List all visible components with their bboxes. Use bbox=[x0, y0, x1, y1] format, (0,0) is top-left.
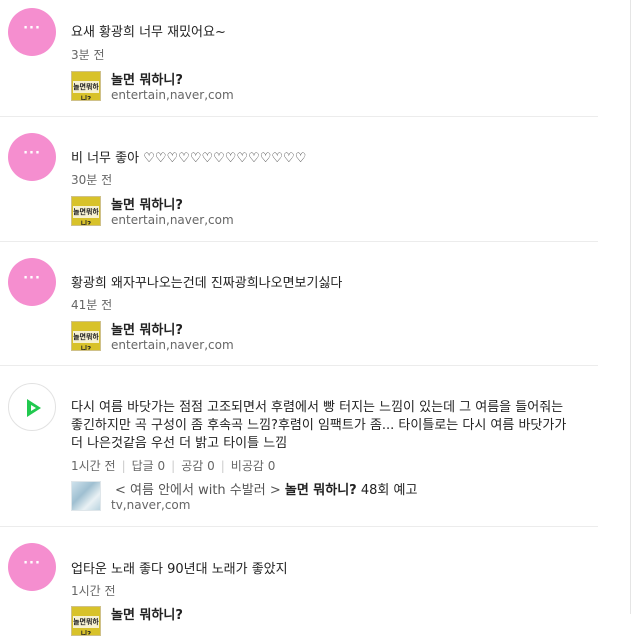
thumbnail-label: 놀면뭐하니? bbox=[73, 206, 99, 226]
comment-item-3: ··· 황광희 왜자꾸나오는건데 진짜광희나오면보기싫다 41분 전 놀면뭐하니… bbox=[0, 241, 598, 366]
thumbnail-label: 놀면뭐하니? bbox=[73, 616, 99, 636]
play-icon bbox=[8, 383, 56, 431]
speech-bubble-icon: ··· bbox=[8, 543, 56, 591]
comment-time: 1시간 전 bbox=[71, 584, 116, 598]
dislike-button[interactable]: 비공감 0 bbox=[231, 459, 276, 473]
comment-time: 3분 전 bbox=[71, 48, 105, 62]
comment-time: 30분 전 bbox=[71, 173, 113, 187]
source-prefix: < 여름 안에서 with 수발러 > bbox=[115, 483, 281, 498]
source-title-link[interactable]: < 여름 안에서 with 수발러 > 놀면 뭐하니? 48회 예고 bbox=[115, 479, 417, 498]
source-url: entertain,naver,com bbox=[111, 338, 234, 352]
reply-count-link[interactable]: 답글 0 bbox=[132, 459, 166, 473]
like-button[interactable]: 공감 0 bbox=[181, 459, 215, 473]
comment-text-line: 다시 여름 바닷가는 점점 고조되면서 후렴에서 빵 터지는 느낌이 있는데 그… bbox=[71, 400, 564, 415]
source-title-link[interactable]: 놀면 뭐하니? bbox=[111, 319, 183, 338]
source-title-link[interactable]: 놀면 뭐하니? bbox=[111, 69, 183, 88]
comment-text-line: 좋긴하지만 곡 구성이 좀 후속곡 느낌?후렴이 임팩트가 좀... 타이틀로는… bbox=[71, 418, 567, 433]
thumbnail-label: 놀면뭐하니? bbox=[73, 81, 99, 101]
comment-item-2: ··· 비 너무 좋아 ♡♡♡♡♡♡♡♡♡♡♡♡♡♡ 30분 전 놀면뭐하니? … bbox=[0, 116, 598, 242]
video-thumbnail[interactable] bbox=[71, 481, 101, 511]
source-title-link[interactable]: 놀면 뭐하니? bbox=[111, 194, 183, 213]
comment-text[interactable]: 다시 여름 바닷가는 점점 고조되면서 후렴에서 빵 터지는 느낌이 있는데 그… bbox=[71, 399, 581, 453]
comment-time: 1시간 전 bbox=[71, 459, 116, 473]
source-url: tv,naver,com bbox=[111, 498, 191, 512]
source-bold: 놀면 뭐하니? bbox=[284, 483, 357, 498]
source-suffix: 48회 예고 bbox=[360, 483, 418, 498]
source-thumbnail[interactable]: 놀면뭐하니? bbox=[71, 196, 101, 226]
scroll-divider bbox=[630, 0, 631, 614]
comment-item-5: ··· 업타운 노래 좋다 90년대 노래가 좋았지 1시간 전 놀면뭐하니? … bbox=[0, 526, 598, 636]
comment-time: 41분 전 bbox=[71, 298, 113, 312]
comment-text[interactable]: 업타운 노래 좋다 90년대 노래가 좋았지 bbox=[71, 561, 581, 579]
source-thumbnail[interactable]: 놀면뭐하니? bbox=[71, 71, 101, 101]
comment-text-line: 더 나은것같음 우선 더 밝고 타이틀 느낌 bbox=[71, 436, 288, 451]
speech-bubble-icon: ··· bbox=[8, 258, 56, 306]
source-url: entertain,naver,com bbox=[111, 213, 234, 227]
speech-bubble-icon: ··· bbox=[8, 133, 56, 181]
comment-text[interactable]: 황광희 왜자꾸나오는건데 진짜광희나오면보기싫다 bbox=[71, 275, 581, 293]
play-triangle-icon bbox=[27, 399, 41, 417]
source-url: entertain,naver,com bbox=[111, 88, 234, 102]
comment-meta: 1시간 전 | 답글 0 | 공감 0 | 비공감 0 bbox=[71, 459, 276, 473]
comment-text[interactable]: 비 너무 좋아 ♡♡♡♡♡♡♡♡♡♡♡♡♡♡ bbox=[71, 150, 581, 168]
speech-bubble-icon: ··· bbox=[8, 8, 56, 56]
thumbnail-label: 놀면뭐하니? bbox=[73, 331, 99, 351]
comment-item-1: ··· 요새 황광희 너무 재밌어요~ 3분 전 놀면뭐하니? 놀면 뭐하니? … bbox=[0, 0, 598, 117]
source-thumbnail[interactable]: 놀면뭐하니? bbox=[71, 321, 101, 351]
comment-item-4: 다시 여름 바닷가는 점점 고조되면서 후렴에서 빵 터지는 느낌이 있는데 그… bbox=[0, 365, 598, 527]
source-thumbnail[interactable]: 놀면뭐하니? bbox=[71, 606, 101, 636]
comment-text[interactable]: 요새 황광희 너무 재밌어요~ bbox=[71, 24, 581, 42]
